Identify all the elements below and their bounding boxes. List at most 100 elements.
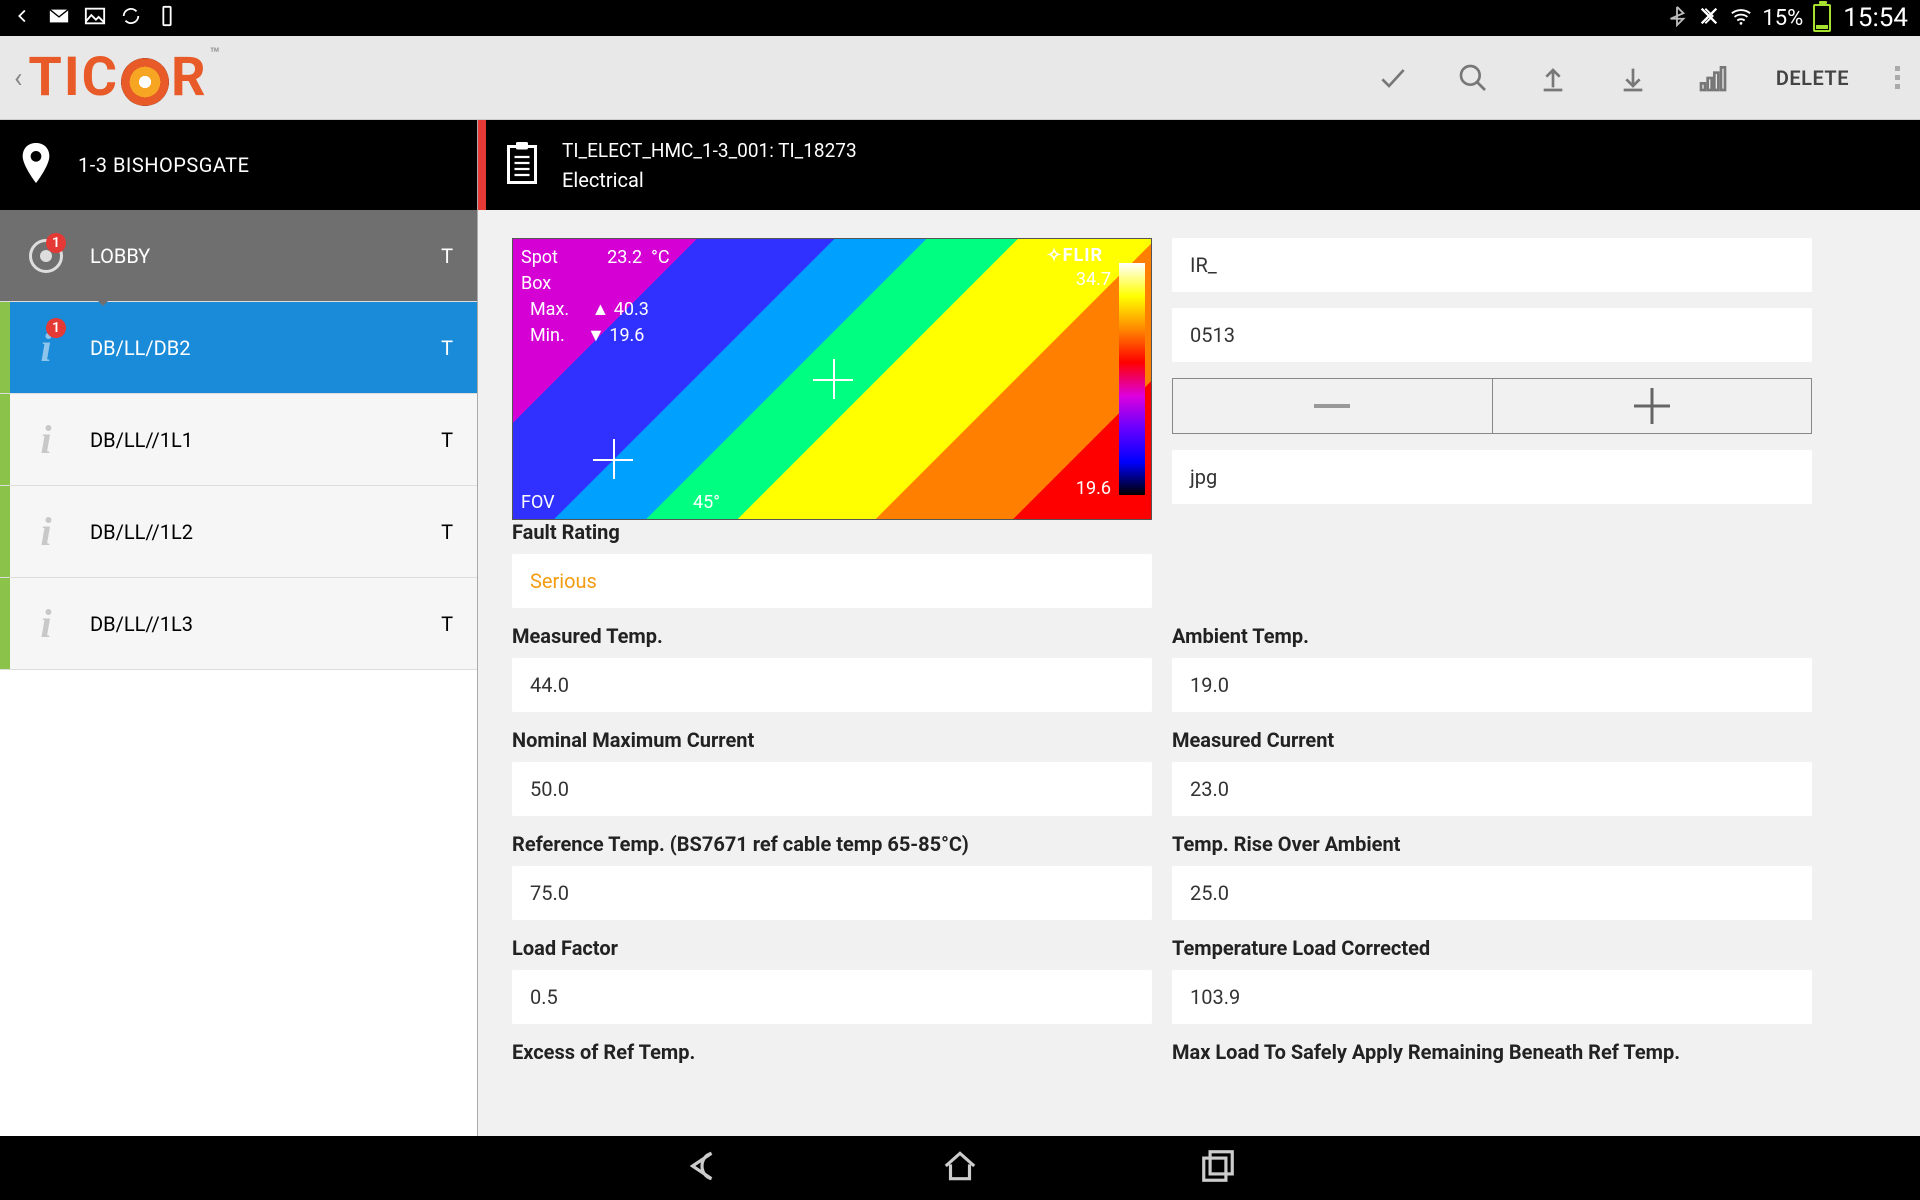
load-factor-label: Load Factor — [512, 936, 1152, 960]
document-category: Electrical — [562, 168, 857, 192]
crosshair-icon — [813, 359, 853, 399]
measured-temp-input[interactable]: 44.0 — [512, 658, 1152, 712]
bluetooth-icon — [1666, 5, 1688, 32]
thermal-min-label: Min. — [530, 325, 565, 346]
sidebar-item-db2[interactable]: i1 DB/LL/DB2 T — [0, 302, 477, 394]
sidebar-item-type: T — [441, 428, 453, 452]
max-load-label: Max Load To Safely Apply Remaining Benea… — [1172, 1040, 1812, 1064]
accent-bar — [0, 302, 10, 393]
thermal-max-val: 40.3 — [614, 299, 649, 320]
confirm-button[interactable] — [1376, 61, 1410, 95]
thermal-scale-bot: 19.6 — [1076, 478, 1111, 499]
location-name: 1-3 BISHOPSGATE — [78, 153, 249, 177]
measured-temp-label: Measured Temp. — [512, 624, 1152, 648]
info-icon: i — [40, 508, 51, 555]
no-sound-icon — [1698, 5, 1720, 32]
content-pane: TI_ELECT_HMC_1-3_001: TI_18273 Electrica… — [478, 120, 1920, 1136]
wifi-icon — [1730, 5, 1752, 32]
document-header: TI_ELECT_HMC_1-3_001: TI_18273 Electrica… — [478, 120, 1920, 210]
sidebar-item-1l3[interactable]: i DB/LL//1L3 T — [0, 578, 477, 670]
signal-button[interactable] — [1696, 61, 1730, 95]
sidebar-item-type: T — [441, 612, 453, 636]
clipboard-icon — [504, 142, 540, 188]
logo-o-icon — [121, 58, 169, 106]
image-icon — [84, 5, 106, 32]
android-nav-bar — [0, 1136, 1920, 1200]
decrement-button[interactable] — [1173, 379, 1493, 433]
sidebar-item-type: T — [441, 520, 453, 544]
accent-bar — [0, 486, 10, 577]
form-scroll[interactable]: Spot 23.2 °C Box Max. ▲ 40.3 Min. ▼ 19.6… — [478, 210, 1920, 1136]
logo-text-post: R — [171, 46, 208, 109]
sync-icon — [120, 5, 142, 32]
nominal-max-current-label: Nominal Maximum Current — [512, 728, 1152, 752]
android-status-bar: 15% 15:54 — [0, 0, 1920, 36]
logo-text-pre: TIC — [28, 46, 119, 109]
sidebar-parent-label: LOBBY — [74, 244, 477, 268]
mail-icon — [48, 5, 70, 32]
ir-number-input[interactable]: 0513 — [1172, 308, 1812, 362]
load-factor-input[interactable]: 0.5 — [512, 970, 1152, 1024]
thermal-max-label: Max. — [530, 299, 569, 320]
excess-ref-label: Excess of Ref Temp. — [512, 1040, 1152, 1064]
upload-button[interactable] — [1536, 61, 1570, 95]
thermal-brand: FLIR — [1063, 245, 1103, 266]
nominal-max-current-input[interactable]: 50.0 — [512, 762, 1152, 816]
temp-load-corrected-label: Temperature Load Corrected — [1172, 936, 1812, 960]
thermal-box-label: Box — [521, 273, 551, 294]
reference-temp-input[interactable]: 75.0 — [512, 866, 1152, 920]
overflow-menu-button[interactable] — [1895, 66, 1900, 89]
thermal-spot-label: Spot — [521, 247, 558, 268]
badge: 1 — [46, 318, 66, 338]
search-button[interactable] — [1456, 61, 1490, 95]
temp-rise-label: Temp. Rise Over Ambient — [1172, 832, 1812, 856]
thermal-unit: °C — [651, 247, 669, 268]
sidebar-item-label: DB/LL/DB2 — [74, 336, 477, 360]
app-logo[interactable]: TIC R ™ — [28, 46, 219, 109]
ext-input[interactable]: jpg — [1172, 450, 1812, 504]
minus-icon — [1314, 404, 1350, 408]
app-toolbar: ‹ TIC R ™ DELETE — [0, 36, 1920, 120]
thermal-angle: 45° — [693, 492, 720, 513]
sidebar-parent-lobby[interactable]: 1 LOBBY T — [0, 210, 477, 302]
info-icon: i — [40, 600, 51, 647]
delete-button[interactable]: DELETE — [1776, 66, 1849, 90]
download-button[interactable] — [1616, 61, 1650, 95]
sidebar-item-label: DB/LL//1L1 — [74, 428, 477, 452]
measured-current-input[interactable]: 23.0 — [1172, 762, 1812, 816]
temp-rise-input[interactable]: 25.0 — [1172, 866, 1812, 920]
sidebar-parent-type: T — [441, 244, 453, 268]
increment-button[interactable] — [1493, 379, 1812, 433]
nav-recents-button[interactable] — [1199, 1147, 1237, 1189]
clock: 15:54 — [1843, 3, 1908, 33]
temp-load-corrected-input[interactable]: 103.9 — [1172, 970, 1812, 1024]
nav-back-button[interactable] — [683, 1147, 721, 1189]
stepper — [1172, 378, 1812, 434]
sidebar-item-label: DB/LL//1L2 — [74, 520, 477, 544]
measured-current-label: Measured Current — [1172, 728, 1812, 752]
trademark-icon: ™ — [210, 44, 222, 63]
battery-icon — [1813, 4, 1831, 32]
ambient-temp-input[interactable]: 19.0 — [1172, 658, 1812, 712]
document-title: TI_ELECT_HMC_1-3_001: TI_18273 — [562, 139, 857, 162]
thermal-min-val: 19.6 — [609, 325, 644, 346]
sidebar-item-label: DB/LL//1L3 — [74, 612, 477, 636]
badge: 1 — [46, 233, 66, 253]
sidebar-item-1l1[interactable]: i DB/LL//1L1 T — [0, 394, 477, 486]
reference-temp-label: Reference Temp. (BS7671 ref cable temp 6… — [512, 832, 1152, 856]
thermal-spot-val: 23.2 — [607, 247, 642, 268]
thermal-scale — [1119, 263, 1145, 495]
thermal-scale-top: 34.7 — [1076, 269, 1111, 290]
info-icon: i — [40, 416, 51, 463]
ir-prefix-input[interactable]: IR_ — [1172, 238, 1812, 292]
pin-icon — [20, 143, 52, 187]
sidebar-item-1l2[interactable]: i DB/LL//1L2 T — [0, 486, 477, 578]
device-icon — [156, 5, 178, 32]
fault-rating-label: Fault Rating — [512, 520, 1152, 544]
fault-rating-input[interactable]: Serious — [512, 554, 1152, 608]
accent-bar — [0, 578, 10, 669]
location-header[interactable]: 1-3 BISHOPSGATE — [0, 120, 477, 210]
back-caret-icon[interactable]: ‹ — [8, 61, 28, 94]
thermal-image[interactable]: Spot 23.2 °C Box Max. ▲ 40.3 Min. ▼ 19.6… — [512, 238, 1152, 520]
nav-home-button[interactable] — [941, 1147, 979, 1189]
